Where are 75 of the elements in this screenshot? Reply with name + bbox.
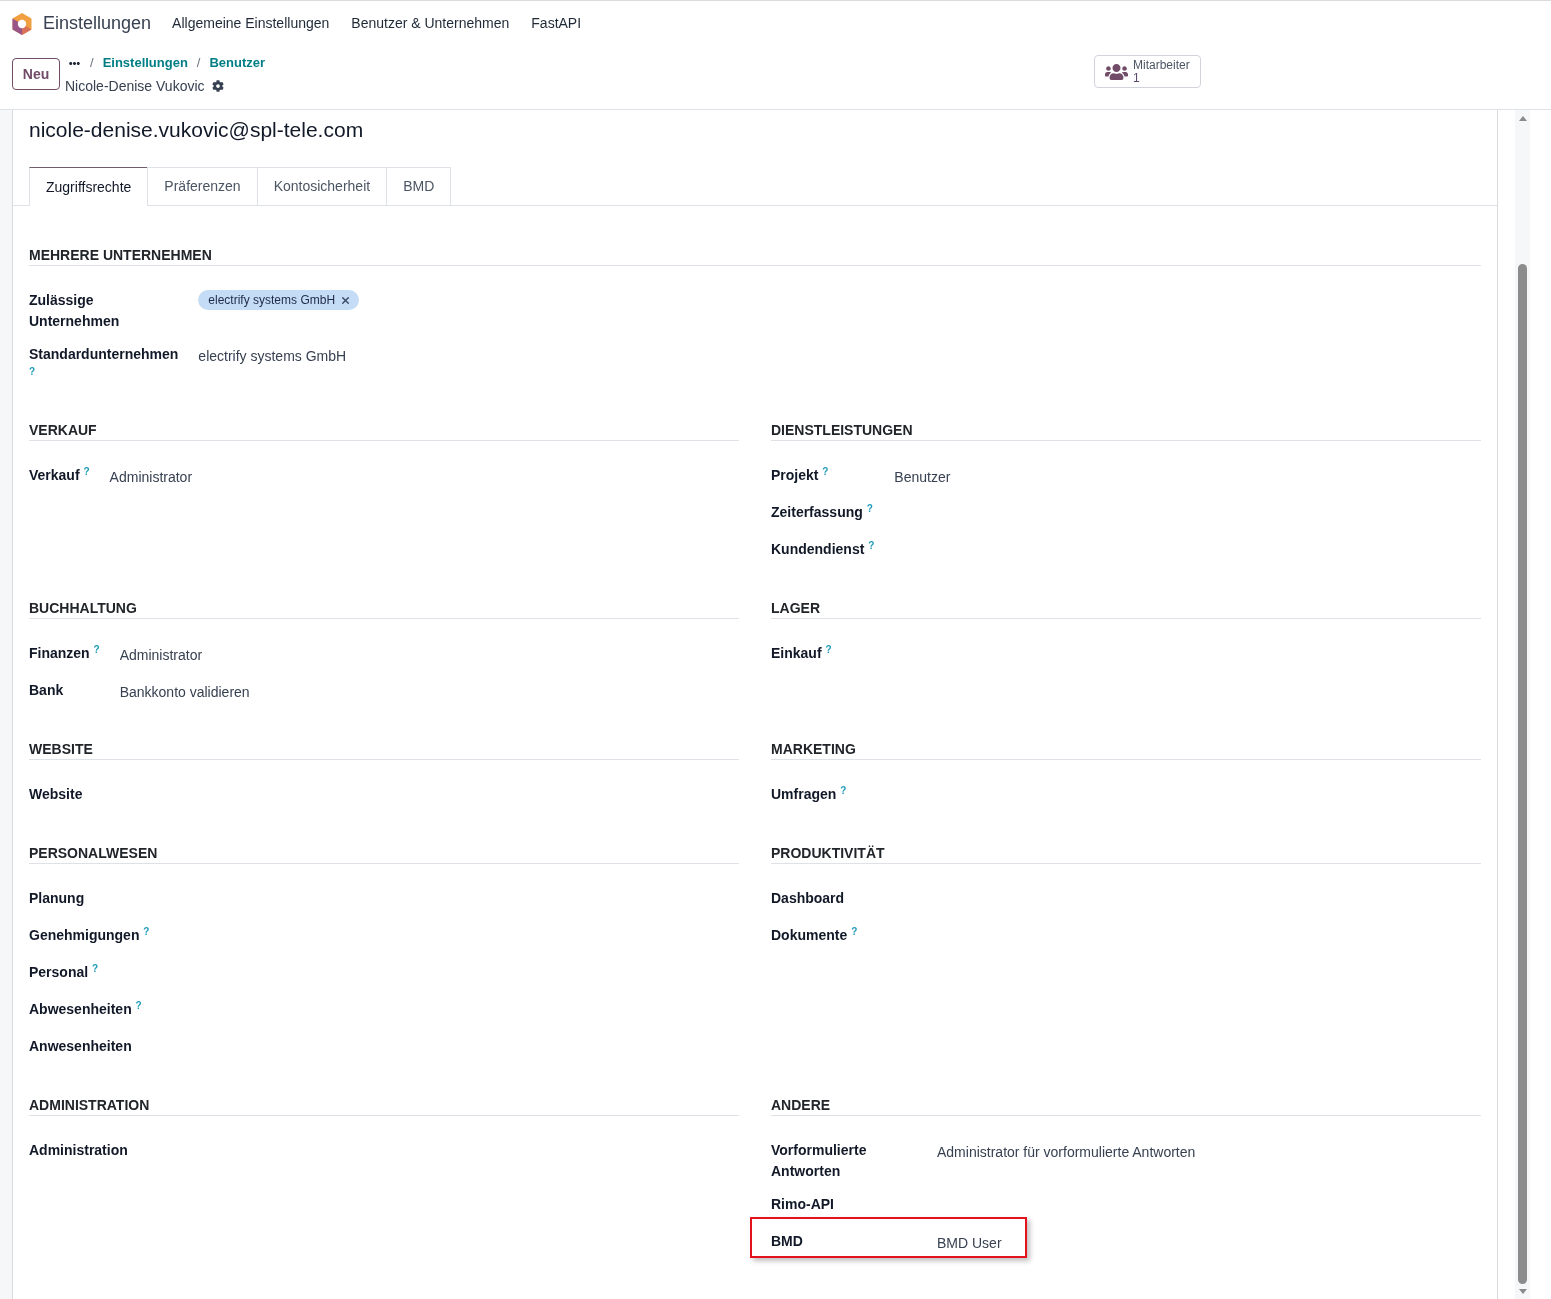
- menu-item[interactable]: Allgemeine Einstellungen: [172, 13, 330, 34]
- breadcrumb-separator: /: [90, 54, 94, 73]
- help-tooltip[interactable]: ?: [825, 644, 832, 655]
- record-name: Nicole-Denise Vukovic: [65, 76, 205, 96]
- field-label: Zeiterfassung: [771, 504, 863, 520]
- field-label: Umfragen: [771, 786, 837, 802]
- field-label: Website: [29, 786, 83, 802]
- section-heading: MARKETING: [771, 741, 856, 757]
- help-tooltip[interactable]: ?: [135, 1000, 142, 1011]
- field-label: BMD: [771, 1233, 803, 1249]
- field-label: Bank: [29, 682, 64, 698]
- field-label: Rimo-API: [771, 1196, 834, 1212]
- tab[interactable]: Zugriffsrechte: [29, 167, 149, 206]
- section-heading: BUCHHALTUNG: [29, 600, 137, 616]
- field-value: Administrator für vorformulierte Antworten: [937, 1144, 1196, 1160]
- section-heading: DIENSTLEISTUNGEN: [771, 422, 913, 438]
- section-heading: MEHRERE UNTERNEHMEN: [29, 247, 212, 263]
- field-value: Administrator: [109, 469, 193, 485]
- section-heading: ANDERE: [771, 1097, 831, 1113]
- field-label: Genehmigungen: [29, 927, 140, 943]
- field-label: Standardunternehmen: [29, 346, 179, 362]
- section-heading: PRODUKTIVITÄT: [771, 845, 885, 861]
- field-label: Einkauf: [771, 645, 822, 661]
- field-label: Administration: [29, 1142, 128, 1158]
- field-label: Projekt: [771, 467, 819, 483]
- field-label: Kundendienst: [771, 541, 865, 557]
- breadcrumb-link[interactable]: Einstellungen: [102, 53, 188, 73]
- field-value: Bankkonto validieren: [119, 684, 250, 700]
- section-heading: ADMINISTRATION: [29, 1097, 150, 1113]
- settings-icon[interactable]: [211, 80, 224, 92]
- help-tooltip[interactable]: ?: [840, 785, 847, 796]
- users-icon: [1105, 61, 1128, 82]
- breadcrumb-separator: /: [196, 54, 201, 73]
- tag-label: electrify systems GmbH: [208, 292, 336, 308]
- email-title: nicole-denise.vukovic@spl-tele.com: [29, 118, 364, 141]
- field-label: Dokumente: [771, 927, 848, 943]
- field-value: BMD User: [937, 1235, 1002, 1251]
- menu-item[interactable]: FastAPI: [531, 13, 582, 34]
- field-label: Anwesenheiten: [29, 1038, 132, 1054]
- field-value: Administrator: [119, 647, 203, 663]
- section-heading: VERKAUF: [29, 422, 97, 438]
- section-heading: WEBSITE: [29, 741, 93, 757]
- help-tooltip[interactable]: ?: [822, 466, 829, 477]
- field-label: Finanzen: [29, 645, 90, 661]
- new-button[interactable]: Neu: [12, 58, 60, 90]
- field-label: Zulässige Unternehmen: [29, 292, 120, 329]
- help-tooltip[interactable]: ?: [92, 963, 99, 974]
- field-label: Abwesenheiten: [29, 1001, 132, 1017]
- breadcrumb-link[interactable]: Benutzer: [209, 53, 266, 73]
- menu-item[interactable]: Benutzer & Unternehmen: [351, 13, 510, 34]
- section-heading: PERSONALWESEN: [29, 845, 158, 861]
- field-value: electrify systems GmbH: [198, 348, 347, 364]
- help-tooltip[interactable]: ?: [851, 926, 858, 937]
- help-tooltip[interactable]: ?: [143, 926, 150, 937]
- tab[interactable]: BMD: [386, 167, 452, 205]
- field-label: Verkauf: [29, 467, 80, 483]
- employees-button[interactable]: Mitarbeiter 1: [1094, 55, 1201, 88]
- help-tooltip[interactable]: ?: [866, 503, 873, 514]
- remove-icon[interactable]: [340, 294, 352, 306]
- section-heading: LAGER: [771, 600, 820, 616]
- help-tooltip[interactable]: ?: [29, 366, 36, 377]
- app-name[interactable]: Einstellungen: [43, 10, 152, 37]
- field-label: Dashboard: [771, 890, 845, 906]
- arrow-down-icon[interactable]: [1518, 1289, 1527, 1294]
- field-label: Planung: [29, 890, 85, 906]
- field-label: Vorformulierte Antworten: [771, 1142, 867, 1179]
- scrollbar-thumb[interactable]: [1518, 264, 1527, 1284]
- hexagon-logo-icon[interactable]: [12, 12, 32, 35]
- field-label: Personal: [29, 964, 89, 980]
- arrow-up-icon[interactable]: [1518, 116, 1527, 121]
- help-tooltip[interactable]: ?: [93, 644, 100, 655]
- field-value: Benutzer: [894, 469, 951, 485]
- help-tooltip[interactable]: ?: [868, 540, 875, 551]
- scrollbar[interactable]: [1515, 110, 1530, 1299]
- help-tooltip[interactable]: ?: [83, 466, 90, 477]
